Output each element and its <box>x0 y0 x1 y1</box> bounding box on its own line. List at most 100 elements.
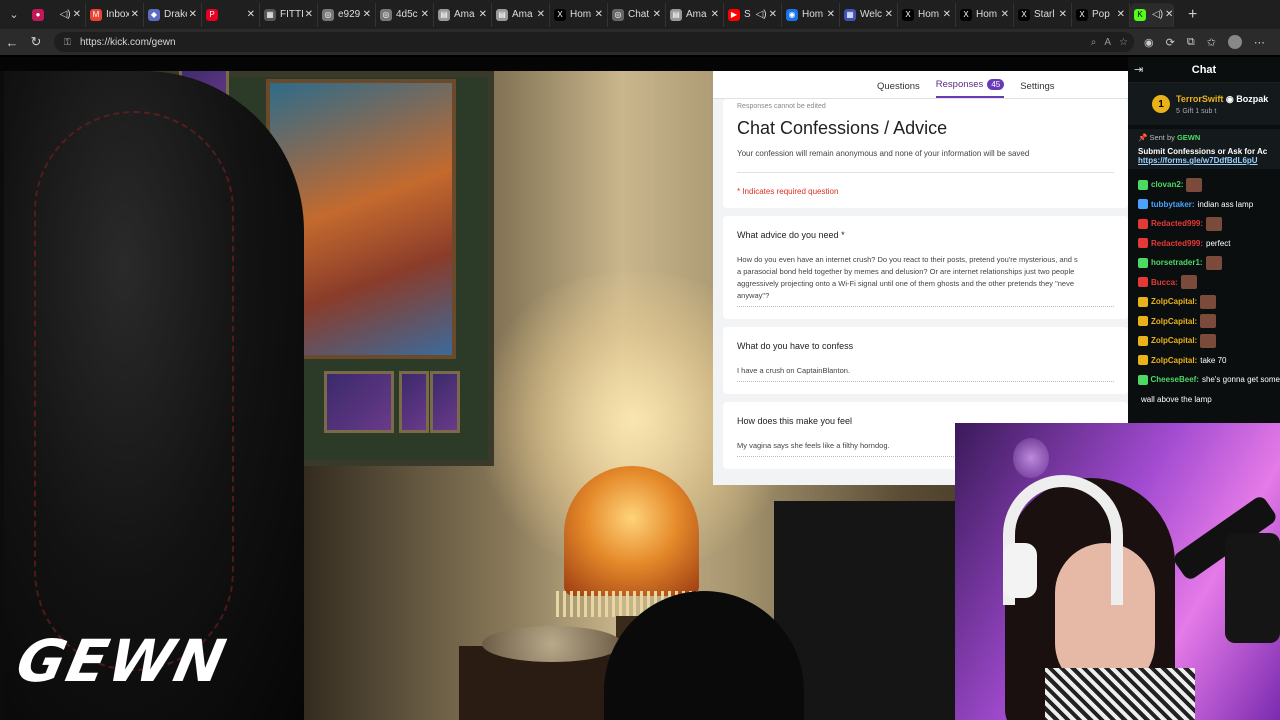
close-tab-icon[interactable]: ✕ <box>131 9 139 20</box>
url-field[interactable]: ⚿ https://kick.com/gewn ⌕ A ☆ <box>54 32 1134 52</box>
browser-tab[interactable]: ▤ Ama ✕ <box>434 2 492 27</box>
tab-settings[interactable]: Settings <box>1020 81 1054 98</box>
audio-icon[interactable]: ◁) <box>756 9 767 20</box>
chat-username[interactable]: ZolpCapital: <box>1151 336 1197 345</box>
browser-tab[interactable]: X Hom ✕ <box>956 2 1014 27</box>
tab-responses[interactable]: Responses 45 <box>935 79 1005 98</box>
browser-tab[interactable]: ▤ Ama ✕ <box>666 2 724 27</box>
question-card: What advice do you need * How do you eve… <box>723 216 1128 319</box>
user-badge-icon <box>1138 257 1148 268</box>
browser-tab[interactable]: ◉ Hom ✕ <box>782 2 840 27</box>
chat-username[interactable]: clovan2: <box>1151 180 1183 189</box>
browser-tab[interactable]: ▦ FITTI ✕ <box>260 2 318 27</box>
split-screen-icon[interactable]: ⧉ <box>1187 36 1195 49</box>
tab-favicon-icon: ◎ <box>380 8 392 21</box>
browser-tab[interactable]: X Hom ✕ <box>898 2 956 27</box>
tab-label: Drake <box>164 9 187 20</box>
refresh-extension-icon[interactable]: ⟳ <box>1166 36 1175 49</box>
pinned-by-user[interactable]: GEWN <box>1177 133 1200 142</box>
browser-tab[interactable]: ◆ Drake✕ <box>144 2 202 27</box>
favorites-icon[interactable]: ✩ <box>1207 36 1216 49</box>
close-tab-icon[interactable]: ✕ <box>1059 9 1067 20</box>
chat-username[interactable]: Bucca: <box>1151 278 1178 287</box>
close-tab-icon[interactable]: ✕ <box>305 9 313 20</box>
user-badge-icon <box>1138 355 1148 366</box>
chat-username[interactable]: horsetrader1: <box>1151 258 1203 267</box>
browser-tab[interactable]: ▦ Welc ✕ <box>840 2 898 27</box>
site-info-icon[interactable]: ⚿ <box>64 37 74 48</box>
browser-tab[interactable]: ◎ e929 ✕ <box>318 2 376 27</box>
chat-message: horsetrader1: <box>1138 253 1280 273</box>
tab-favicon-icon: X <box>1076 8 1088 21</box>
browser-tab[interactable]: ◎ Chat ✕ <box>608 2 666 27</box>
close-tab-icon[interactable]: ✕ <box>363 9 371 20</box>
chat-username[interactable]: tubbytaker: <box>1151 200 1195 209</box>
close-tab-icon[interactable]: ✕ <box>769 9 777 20</box>
tab-favicon-icon: X <box>960 8 972 21</box>
tab-favicon-icon: ◎ <box>612 8 624 21</box>
close-tab-icon[interactable]: ✕ <box>421 9 429 20</box>
back-button[interactable]: ← <box>0 35 24 50</box>
pinned-link[interactable]: https://forms.gle/w7DdfBdL6pU <box>1138 156 1270 165</box>
tab-favicon-icon: M <box>90 8 102 21</box>
browser-tab[interactable]: ▤ Ama ✕ <box>492 2 550 27</box>
question-title: What advice do you need * <box>737 230 845 240</box>
zoom-icon[interactable]: ⌕ <box>1091 37 1097 48</box>
close-tab-icon[interactable]: ✕ <box>73 9 81 20</box>
new-tab-button[interactable]: + <box>1188 6 1197 24</box>
close-tab-icon[interactable]: ✕ <box>885 9 893 20</box>
audio-icon[interactable]: ◁) <box>1152 9 1163 20</box>
chat-username[interactable]: ZolpCapital: <box>1151 297 1197 306</box>
profile-avatar[interactable] <box>1227 35 1242 49</box>
close-tab-icon[interactable]: ✕ <box>189 9 197 20</box>
close-tab-icon[interactable]: ✕ <box>479 9 487 20</box>
browser-tab[interactable]: M Inbox ✕ <box>86 2 144 27</box>
chat-username[interactable]: CheeseBeef: <box>1151 375 1199 384</box>
chat-message: ZolpCapital: <box>1138 331 1280 351</box>
close-tab-icon[interactable]: ✕ <box>595 9 603 20</box>
audio-icon[interactable]: ◁) <box>60 9 71 20</box>
browser-tab[interactable]: ▶ S ◁) ✕ <box>724 2 782 27</box>
close-tab-icon[interactable]: ✕ <box>711 9 719 20</box>
favorite-star-icon[interactable]: ☆ <box>1119 37 1128 48</box>
form-description: Your confession will remain anonymous an… <box>737 149 1030 158</box>
user-badge-icon <box>1138 179 1148 190</box>
browser-tab[interactable]: ◎ 4d5c ✕ <box>376 2 434 27</box>
tab-favicon-icon: X <box>902 8 914 21</box>
browser-tab[interactable]: X Pop ✕ <box>1072 2 1130 27</box>
browser-tab[interactable]: ● ◁) ✕ <box>28 2 86 27</box>
gift-count: 1 <box>1152 95 1170 113</box>
close-tab-icon[interactable]: ✕ <box>1117 9 1125 20</box>
chat-message: clovan2: <box>1138 175 1280 195</box>
close-tab-icon[interactable]: ✕ <box>247 9 255 20</box>
tab-label: Inbox <box>106 9 129 20</box>
tab-search-icon[interactable]: ⌄ <box>0 0 28 29</box>
browser-tab[interactable]: X Starl ✕ <box>1014 2 1072 27</box>
close-tab-icon[interactable]: ✕ <box>943 9 951 20</box>
emote-icon <box>1205 255 1222 270</box>
user-badge-icon <box>1138 374 1148 385</box>
chat-username[interactable]: Redacted999: <box>1151 219 1203 228</box>
emote-icon <box>1186 177 1203 192</box>
chat-message: Redacted999: perfect <box>1138 234 1280 254</box>
more-menu-icon[interactable]: ⋯ <box>1254 36 1265 49</box>
read-aloud-icon[interactable]: A <box>1104 37 1111 48</box>
reload-button[interactable]: ↻ <box>24 34 48 50</box>
chat-messages: clovan2: tubbytaker: indian ass lamp Redact… <box>1128 169 1280 409</box>
chat-username[interactable]: ZolpCapital: <box>1151 356 1197 365</box>
tab-active-kick[interactable]: K ◁) ✕ <box>1130 2 1174 27</box>
channel-logo: GEWN <box>10 627 233 695</box>
gift-sub-banner[interactable]: 1 TerrorSwift ◉ Bozpak 5 Gift 1 sub t <box>1128 83 1280 125</box>
extension-icon[interactable]: ◉ <box>1144 36 1154 49</box>
browser-tab[interactable]: P ✕ <box>202 2 260 27</box>
close-tab-icon[interactable]: ✕ <box>537 9 545 20</box>
chat-username[interactable]: ZolpCapital: <box>1151 317 1197 326</box>
chat-username[interactable]: Redacted999: <box>1151 239 1203 248</box>
tab-favicon-icon: ▤ <box>496 8 508 21</box>
tab-questions[interactable]: Questions <box>877 81 920 98</box>
close-tab-icon[interactable]: ✕ <box>1001 9 1009 20</box>
browser-tab[interactable]: X Hom ✕ <box>550 2 608 27</box>
close-tab-icon[interactable]: ✕ <box>827 9 835 20</box>
close-tab-icon[interactable]: ✕ <box>1165 9 1173 20</box>
close-tab-icon[interactable]: ✕ <box>653 9 661 20</box>
